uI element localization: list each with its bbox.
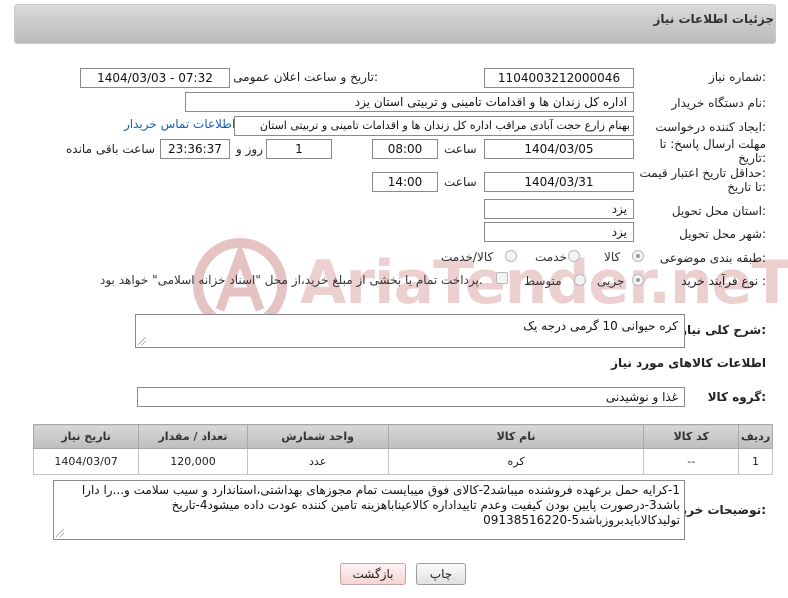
cell-name: کره (387, 448, 645, 475)
days-field: 1 (266, 139, 332, 159)
creator-field: بهنام زارع حجت آبادی مراقب اداره کل زندا… (234, 116, 634, 136)
delivery-city-label: شهر محل تحویل: (679, 227, 766, 241)
goods-group-field: غذا و نوشیدنی (137, 387, 685, 407)
buyer-notes-textarea: 1-کرایه حمل برعهده فروشنده میباشد2-کالای… (53, 480, 685, 540)
cell-qty: 120,000 (138, 448, 248, 475)
purchase-option-medium: متوسط (524, 274, 562, 288)
treasury-checkbox[interactable] (496, 272, 508, 284)
summary-text: کره حیوانی 10 گرمی درجه یک (523, 319, 678, 333)
purchase-radio-medium[interactable] (574, 274, 586, 286)
col-unit: واحد شمارش (246, 424, 389, 449)
purchase-radio-minor[interactable] (632, 274, 644, 286)
summary-label: شرح کلی نیاز: (680, 323, 766, 337)
print-button[interactable]: چاپ (416, 563, 466, 585)
category-radio-goods-service[interactable] (505, 250, 517, 262)
back-button[interactable]: بازگشت (340, 563, 406, 585)
buyer-contact-link[interactable]: اطلاعات تماس خریدار (124, 117, 235, 131)
items-table: ردیف کد کالا نام کالا واحد شمارش تعداد /… (32, 424, 773, 475)
need-number-field: 1104003212000046 (484, 68, 634, 88)
col-row: ردیف (738, 424, 773, 449)
price-date-field: 1404/03/31 (484, 172, 634, 192)
reply-date-field: 1404/03/05 (484, 139, 634, 159)
announce-field: 1404/03/03 - 07:32 (80, 68, 230, 88)
summary-textarea: کره حیوانی 10 گرمی درجه یک (135, 314, 685, 348)
col-qty: تعداد / مقدار (138, 424, 248, 449)
buyer-org-label: نام دستگاه خریدار: (671, 96, 767, 110)
delivery-province-field: یزد (484, 199, 634, 219)
reply-deadline-label: مهلت ارسال پاسخ: تا (659, 137, 766, 151)
buyer-org-field: اداره کل زندان ها و اقدامات تامینی و ترب… (185, 92, 634, 112)
cell-row: 1 (738, 448, 773, 475)
items-table-header: ردیف کد کالا نام کالا واحد شمارش تعداد /… (32, 424, 773, 449)
reply-deadline-label-2: تاریخ: (738, 151, 766, 165)
cell-code: -- (643, 448, 740, 475)
table-row: 1 -- کره عدد 120,000 1404/03/07 (32, 448, 773, 475)
panel-title: جزئیات اطلاعات نیاز (653, 12, 774, 26)
category-option-goods-service: کالا/خدمت (441, 250, 494, 264)
remaining-label: ساعت باقی مانده (66, 142, 156, 156)
need-number-label: شماره نیاز: (708, 70, 766, 84)
col-name: نام کالا (387, 424, 645, 449)
treasury-note: پرداخت تمام یا بخشی از مبلغ خرید،از محل … (100, 273, 483, 287)
purchase-type-label: نوع فرآیند خرید : (681, 274, 766, 288)
col-code: کد کالا (643, 424, 740, 449)
category-label: طبقه بندی موضوعی: (659, 251, 766, 265)
category-option-goods: کالا (604, 250, 621, 264)
buyer-notes-text: 1-کرایه حمل برعهده فروشنده میباشد2-کالای… (81, 483, 680, 527)
goods-group-label: گروه کالا: (707, 390, 766, 404)
items-section-title: اطلاعات کالاهای مورد نیاز (611, 356, 766, 370)
delivery-city-field: یزد (484, 222, 634, 242)
category-radio-service[interactable] (568, 250, 580, 262)
price-time-label: ساعت (444, 175, 477, 189)
price-validity-label-2: تا تاریخ: (727, 180, 766, 194)
resize-grip-icon (138, 337, 146, 345)
price-time-field: 14:00 (372, 172, 438, 192)
announce-label: تاریخ و ساعت اعلان عمومی: (233, 70, 378, 84)
purchase-option-minor: جزیی (597, 274, 625, 288)
remaining-time-field: 23:36:37 (160, 139, 230, 159)
cell-date: 1404/03/07 (32, 448, 140, 475)
creator-label: ایجاد کننده درخواست: (655, 120, 766, 134)
category-option-service: خدمت (535, 250, 567, 264)
category-radio-goods[interactable] (632, 250, 644, 262)
price-validity-label: حداقل تاریخ اعتبار قیمت: (639, 166, 766, 180)
resize-grip-icon (56, 529, 64, 537)
cell-unit: عدد (246, 448, 389, 475)
reply-time-field: 08:00 (372, 139, 438, 159)
col-date: تاریخ نیاز (32, 424, 140, 449)
reply-time-label: ساعت (444, 142, 477, 156)
days-label: روز و (236, 142, 263, 156)
delivery-province-label: استان محل تحویل: (671, 204, 766, 218)
